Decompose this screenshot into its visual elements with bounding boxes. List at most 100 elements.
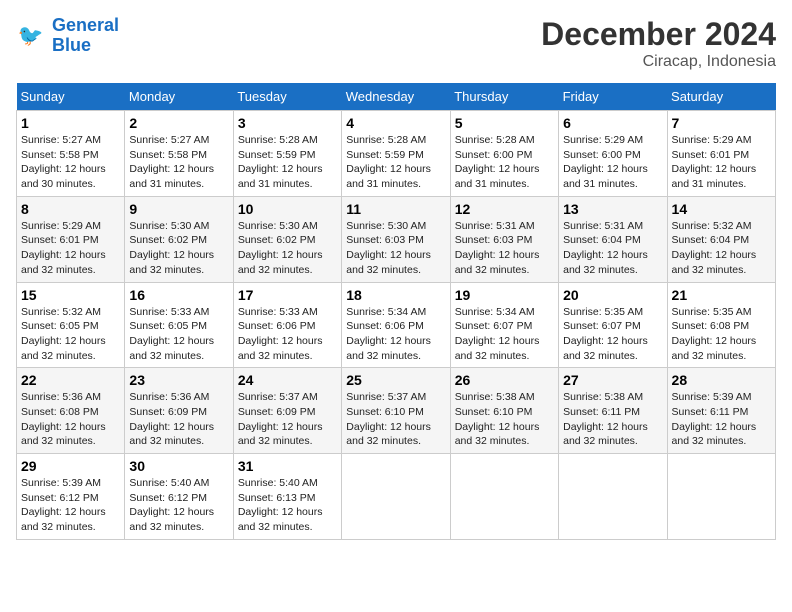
empty-cell: [450, 454, 558, 540]
empty-cell: [667, 454, 775, 540]
day-cell-1: 1 Sunrise: 5:27 AMSunset: 5:58 PMDaylight…: [17, 111, 125, 197]
day-cell-22: 22Sunrise: 5:36 AMSunset: 6:08 PMDayligh…: [17, 368, 125, 454]
day-info: Sunrise: 5:35 AMSunset: 6:08 PMDaylight:…: [672, 305, 771, 364]
logo-text: General Blue: [52, 16, 119, 56]
day-cell-2: 2Sunrise: 5:27 AMSunset: 5:58 PMDaylight…: [125, 111, 233, 197]
day-number: 30: [129, 458, 228, 474]
day-cell-19: 19Sunrise: 5:34 AMSunset: 6:07 PMDayligh…: [450, 282, 558, 368]
day-number: 10: [238, 201, 337, 217]
day-info: Sunrise: 5:34 AMSunset: 6:07 PMDaylight:…: [455, 305, 554, 364]
day-info: Sunrise: 5:30 AMSunset: 6:02 PMDaylight:…: [129, 219, 228, 278]
calendar-week-4: 22Sunrise: 5:36 AMSunset: 6:08 PMDayligh…: [17, 368, 776, 454]
day-number: 15: [21, 287, 120, 303]
calendar-week-2: 8 Sunrise: 5:29 AMSunset: 6:01 PMDaylight…: [17, 196, 776, 282]
day-info: Sunrise: 5:29 AMSunset: 6:00 PMDaylight:…: [563, 133, 662, 192]
day-info: Sunrise: 5:40 AMSunset: 6:13 PMDaylight:…: [238, 476, 337, 535]
day-cell-31: 31 Sunrise: 5:40 AMSunset: 6:13 PMDayligh…: [233, 454, 341, 540]
day-info: Sunrise: 5:30 AMSunset: 6:03 PMDaylight:…: [346, 219, 445, 278]
col-wednesday: Wednesday: [342, 83, 450, 111]
day-number: 28: [672, 372, 771, 388]
day-cell-23: 23 Sunrise: 5:36 AMSunset: 6:09 PMDayligh…: [125, 368, 233, 454]
day-cell-3: 3 Sunrise: 5:28 AMSunset: 5:59 PMDaylight…: [233, 111, 341, 197]
empty-cell: [559, 454, 667, 540]
day-info: Sunrise: 5:31 AMSunset: 6:04 PMDaylight:…: [563, 219, 662, 278]
day-info: Sunrise: 5:38 AMSunset: 6:11 PMDaylight:…: [563, 390, 662, 449]
day-number: 29: [21, 458, 120, 474]
day-number: 16: [129, 287, 228, 303]
day-info: Sunrise: 5:27 AMSunset: 5:58 PMDaylight:…: [21, 133, 120, 192]
day-cell-24: 24Sunrise: 5:37 AMSunset: 6:09 PMDayligh…: [233, 368, 341, 454]
day-number: 9: [129, 201, 228, 217]
empty-cell: [342, 454, 450, 540]
day-number: 23: [129, 372, 228, 388]
day-number: 21: [672, 287, 771, 303]
calendar-week-1: 1 Sunrise: 5:27 AMSunset: 5:58 PMDaylight…: [17, 111, 776, 197]
page-header: 🐦 General Blue December 2024 Ciracap, In…: [16, 16, 776, 71]
col-tuesday: Tuesday: [233, 83, 341, 111]
day-cell-15: 15Sunrise: 5:32 AMSunset: 6:05 PMDayligh…: [17, 282, 125, 368]
day-cell-10: 10 Sunrise: 5:30 AMSunset: 6:02 PMDayligh…: [233, 196, 341, 282]
day-cell-30: 30Sunrise: 5:40 AMSunset: 6:12 PMDayligh…: [125, 454, 233, 540]
day-info: Sunrise: 5:33 AMSunset: 6:06 PMDaylight:…: [238, 305, 337, 364]
day-info: Sunrise: 5:29 AMSunset: 6:01 PMDaylight:…: [672, 133, 771, 192]
day-number: 11: [346, 201, 445, 217]
day-cell-8: 8 Sunrise: 5:29 AMSunset: 6:01 PMDaylight…: [17, 196, 125, 282]
day-number: 1: [21, 115, 120, 131]
day-info: Sunrise: 5:35 AMSunset: 6:07 PMDaylight:…: [563, 305, 662, 364]
logo: 🐦 General Blue: [16, 16, 119, 56]
day-cell-14: 14 Sunrise: 5:32 AMSunset: 6:04 PMDayligh…: [667, 196, 775, 282]
day-number: 2: [129, 115, 228, 131]
day-cell-21: 21 Sunrise: 5:35 AMSunset: 6:08 PMDayligh…: [667, 282, 775, 368]
day-cell-16: 16 Sunrise: 5:33 AMSunset: 6:05 PMDayligh…: [125, 282, 233, 368]
day-number: 14: [672, 201, 771, 217]
day-cell-26: 26 Sunrise: 5:38 AMSunset: 6:10 PMDayligh…: [450, 368, 558, 454]
day-cell-29: 29 Sunrise: 5:39 AMSunset: 6:12 PMDayligh…: [17, 454, 125, 540]
day-cell-20: 20 Sunrise: 5:35 AMSunset: 6:07 PMDayligh…: [559, 282, 667, 368]
day-info: Sunrise: 5:38 AMSunset: 6:10 PMDaylight:…: [455, 390, 554, 449]
day-number: 31: [238, 458, 337, 474]
day-info: Sunrise: 5:36 AMSunset: 6:09 PMDaylight:…: [129, 390, 228, 449]
day-info: Sunrise: 5:28 AMSunset: 5:59 PMDaylight:…: [346, 133, 445, 192]
day-info: Sunrise: 5:37 AMSunset: 6:09 PMDaylight:…: [238, 390, 337, 449]
day-number: 26: [455, 372, 554, 388]
col-thursday: Thursday: [450, 83, 558, 111]
day-number: 5: [455, 115, 554, 131]
day-number: 8: [21, 201, 120, 217]
day-info: Sunrise: 5:29 AMSunset: 6:01 PMDaylight:…: [21, 219, 120, 278]
day-info: Sunrise: 5:34 AMSunset: 6:06 PMDaylight:…: [346, 305, 445, 364]
day-info: Sunrise: 5:28 AMSunset: 5:59 PMDaylight:…: [238, 133, 337, 192]
day-info: Sunrise: 5:30 AMSunset: 6:02 PMDaylight:…: [238, 219, 337, 278]
day-number: 12: [455, 201, 554, 217]
day-cell-27: 27 Sunrise: 5:38 AMSunset: 6:11 PMDayligh…: [559, 368, 667, 454]
day-cell-11: 11 Sunrise: 5:30 AMSunset: 6:03 PMDayligh…: [342, 196, 450, 282]
day-info: Sunrise: 5:39 AMSunset: 6:11 PMDaylight:…: [672, 390, 771, 449]
day-info: Sunrise: 5:32 AMSunset: 6:04 PMDaylight:…: [672, 219, 771, 278]
calendar-week-5: 29 Sunrise: 5:39 AMSunset: 6:12 PMDayligh…: [17, 454, 776, 540]
day-cell-4: 4Sunrise: 5:28 AMSunset: 5:59 PMDaylight…: [342, 111, 450, 197]
day-number: 20: [563, 287, 662, 303]
day-cell-6: 6 Sunrise: 5:29 AMSunset: 6:00 PMDaylight…: [559, 111, 667, 197]
day-info: Sunrise: 5:33 AMSunset: 6:05 PMDaylight:…: [129, 305, 228, 364]
day-info: Sunrise: 5:31 AMSunset: 6:03 PMDaylight:…: [455, 219, 554, 278]
col-sunday: Sunday: [17, 83, 125, 111]
day-number: 18: [346, 287, 445, 303]
day-cell-25: 25Sunrise: 5:37 AMSunset: 6:10 PMDayligh…: [342, 368, 450, 454]
col-saturday: Saturday: [667, 83, 775, 111]
title-section: December 2024 Ciracap, Indonesia: [541, 16, 776, 71]
day-number: 6: [563, 115, 662, 131]
page-subtitle: Ciracap, Indonesia: [541, 53, 776, 71]
day-cell-13: 13Sunrise: 5:31 AMSunset: 6:04 PMDayligh…: [559, 196, 667, 282]
col-friday: Friday: [559, 83, 667, 111]
logo-icon: 🐦: [16, 20, 48, 52]
day-cell-18: 18 Sunrise: 5:34 AMSunset: 6:06 PMDayligh…: [342, 282, 450, 368]
calendar-week-3: 15Sunrise: 5:32 AMSunset: 6:05 PMDayligh…: [17, 282, 776, 368]
day-cell-28: 28 Sunrise: 5:39 AMSunset: 6:11 PMDayligh…: [667, 368, 775, 454]
day-number: 22: [21, 372, 120, 388]
day-number: 27: [563, 372, 662, 388]
day-number: 7: [672, 115, 771, 131]
day-info: Sunrise: 5:39 AMSunset: 6:12 PMDaylight:…: [21, 476, 120, 535]
day-cell-12: 12 Sunrise: 5:31 AMSunset: 6:03 PMDayligh…: [450, 196, 558, 282]
day-info: Sunrise: 5:37 AMSunset: 6:10 PMDaylight:…: [346, 390, 445, 449]
header-row: Sunday Monday Tuesday Wednesday Thursday…: [17, 83, 776, 111]
day-number: 3: [238, 115, 337, 131]
